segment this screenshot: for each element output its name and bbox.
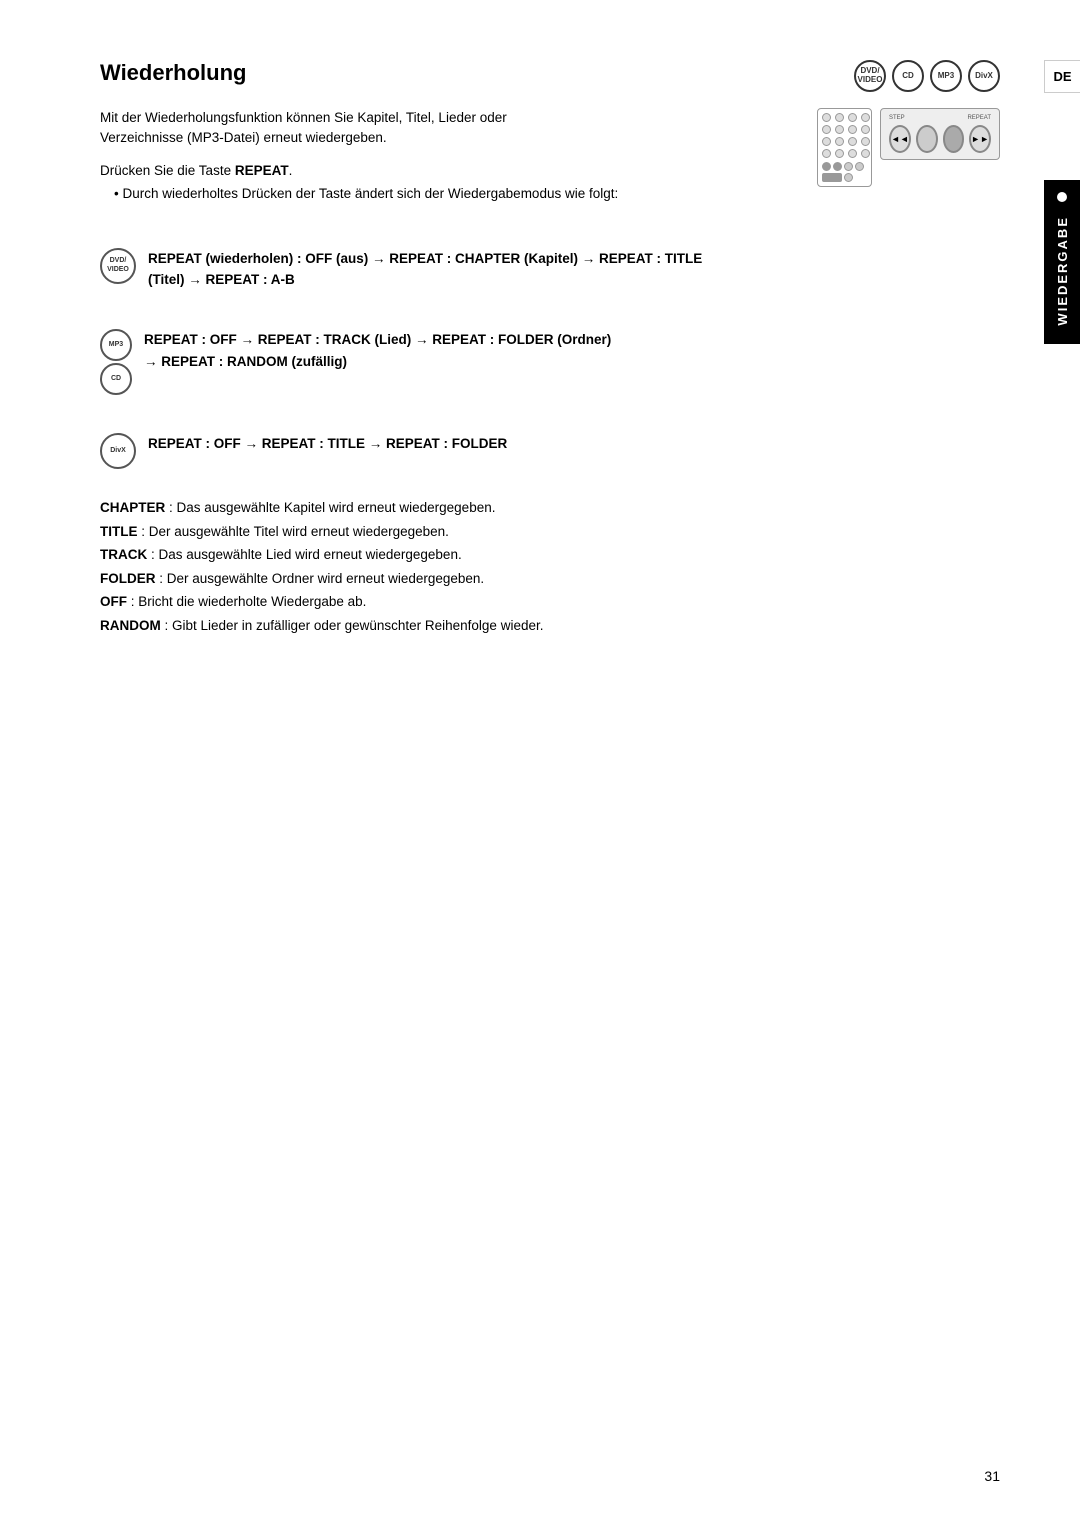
remote-dot bbox=[855, 162, 864, 171]
format-badges: DVD/VIDEO CD MP3 DivX bbox=[854, 60, 1000, 92]
divx-icon: DivX bbox=[100, 433, 136, 469]
remote-main-buttons: ◄◄ ►► bbox=[889, 125, 991, 153]
remote-left bbox=[817, 108, 872, 187]
cd-badge: CD bbox=[892, 60, 924, 92]
remote-dot bbox=[844, 162, 853, 171]
sidebar-tab: WIEDERGABE bbox=[1044, 180, 1080, 344]
content-row: Mit der Wiederholungsfunktion können Sie… bbox=[100, 108, 1000, 218]
repeat-block-mp3: MP3 CD REPEAT : OFF → REPEAT : TRACK (Li… bbox=[100, 319, 1000, 405]
remote-dot bbox=[822, 173, 842, 182]
repeat-block-dvd: DVD/ VIDEO REPEAT (wiederholen) : OFF (a… bbox=[100, 238, 1000, 301]
mp3-badge: MP3 bbox=[930, 60, 962, 92]
intro-text: Mit der Wiederholungsfunktion können Sie… bbox=[100, 108, 560, 149]
repeat-btn bbox=[943, 125, 965, 153]
repeat-text-dvd: REPEAT (wiederholen) : OFF (aus) → REPEA… bbox=[148, 248, 702, 291]
remote-dot bbox=[822, 125, 831, 134]
remote-dot bbox=[848, 137, 857, 146]
dvd-icon: DVD/ VIDEO bbox=[100, 248, 136, 284]
sidebar-bullet bbox=[1057, 192, 1067, 202]
remote-dot bbox=[835, 137, 844, 146]
remote-dot bbox=[848, 113, 857, 122]
desc-off: OFF : Bricht die wiederholte Wiedergabe … bbox=[100, 591, 1000, 613]
step-label: STEP bbox=[889, 115, 905, 121]
divx-badge: DivX bbox=[968, 60, 1000, 92]
page-title: Wiederholung bbox=[100, 60, 246, 86]
drucken-text: Drücken Sie die Taste REPEAT. bbox=[100, 163, 720, 178]
remote-right: STEP REPEAT ◄◄ ►► bbox=[880, 108, 1000, 160]
desc-random: RANDOM : Gibt Lieder in zufälliger oder … bbox=[100, 615, 1000, 637]
remote-dot bbox=[835, 125, 844, 134]
remote-dot bbox=[848, 149, 857, 158]
repeat-text-divx: REPEAT : OFF → REPEAT : TITLE → REPEAT :… bbox=[148, 433, 507, 455]
remote-dot bbox=[822, 113, 831, 122]
center-btn bbox=[916, 125, 938, 153]
header-row: Wiederholung DVD/VIDEO CD MP3 DivX bbox=[100, 60, 1000, 92]
remote-dot bbox=[822, 137, 831, 146]
remote-dot bbox=[861, 149, 870, 158]
remote-col: STEP REPEAT ◄◄ ►► bbox=[740, 108, 1000, 218]
remote-dot bbox=[861, 113, 870, 122]
desc-track: TRACK : Das ausgewählte Lied wird erneut… bbox=[100, 544, 1000, 566]
remote-dot bbox=[833, 162, 842, 171]
remote-dot bbox=[861, 125, 870, 134]
remote-dot bbox=[822, 149, 831, 158]
de-label: DE bbox=[1053, 69, 1071, 84]
de-tab: DE bbox=[1044, 60, 1080, 93]
remote-illustration: STEP REPEAT ◄◄ ►► bbox=[817, 108, 1000, 187]
repeat-label: REPEAT bbox=[967, 115, 991, 121]
desc-chapter: CHAPTER : Das ausgewählte Kapitel wird e… bbox=[100, 497, 1000, 519]
remote-dot bbox=[861, 137, 870, 146]
remote-dot bbox=[835, 149, 844, 158]
remote-grid bbox=[822, 113, 867, 158]
desc-folder: FOLDER : Der ausgewählte Ordner wird ern… bbox=[100, 568, 1000, 590]
repeat-text-mp3: REPEAT : OFF → REPEAT : TRACK (Lied) → R… bbox=[144, 329, 611, 372]
mp3-icon: MP3 bbox=[100, 329, 132, 361]
remote-dot bbox=[844, 173, 853, 182]
remote-dot bbox=[822, 162, 831, 171]
remote-dot bbox=[835, 113, 844, 122]
remote-label-row: STEP REPEAT bbox=[889, 115, 991, 121]
remote-dot bbox=[848, 125, 857, 134]
page-number: 31 bbox=[984, 1468, 1000, 1484]
desc-title: TITLE : Der ausgewählte Titel wird erneu… bbox=[100, 521, 1000, 543]
next-btn: ►► bbox=[969, 125, 991, 153]
sidebar-label: WIEDERGABE bbox=[1055, 210, 1070, 332]
dvd-badge: DVD/VIDEO bbox=[854, 60, 886, 92]
repeat-block-divx: DivX REPEAT : OFF → REPEAT : TITLE → REP… bbox=[100, 423, 1000, 479]
cd-icon: CD bbox=[100, 363, 132, 395]
bullet-text: • Durch wiederholtes Drücken der Taste ä… bbox=[114, 184, 720, 204]
descriptions: CHAPTER : Das ausgewählte Kapitel wird e… bbox=[100, 497, 1000, 637]
page-container: DE WIEDERGABE Wiederholung DVD/VIDEO CD … bbox=[0, 0, 1080, 1524]
text-col: Mit der Wiederholungsfunktion können Sie… bbox=[100, 108, 720, 218]
prev-btn: ◄◄ bbox=[889, 125, 911, 153]
